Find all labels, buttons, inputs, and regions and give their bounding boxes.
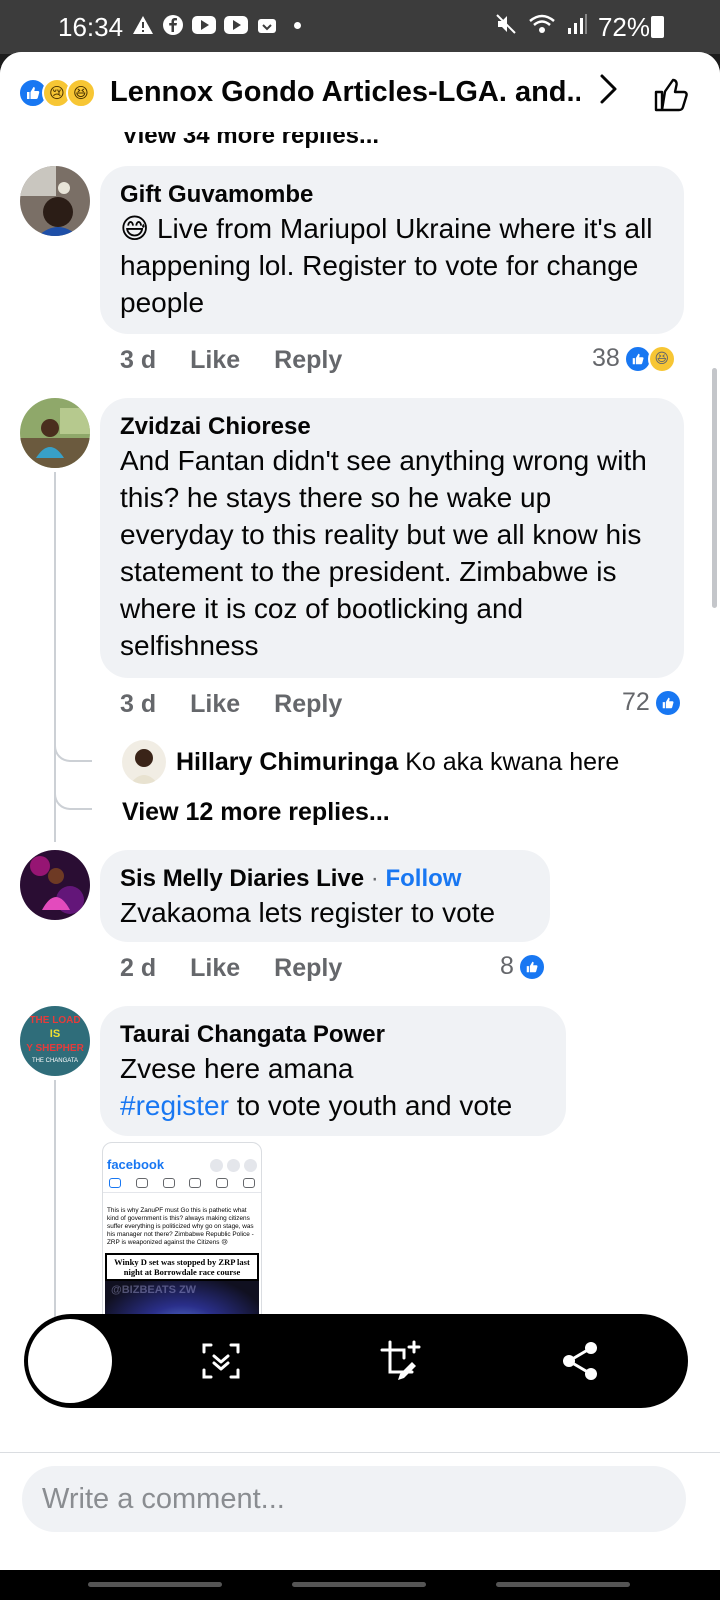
avatar-text-line1: THE LOAD <box>29 1015 80 1026</box>
warning-icon <box>132 14 154 36</box>
attachment-facebook-logo: facebook <box>103 1157 261 1172</box>
comment-actions: 2 d Like Reply <box>120 954 342 983</box>
reply-button[interactable]: Reply <box>274 954 342 983</box>
attachment-top-icons <box>210 1159 257 1172</box>
avatar-text-line4: THE CHANGATA <box>32 1058 78 1064</box>
reply-preview[interactable]: Hillary Chimuringa Ko aka kwana here <box>176 748 619 777</box>
notification-icons <box>132 14 301 36</box>
reaction-count[interactable]: 72 <box>622 688 682 717</box>
reply-author[interactable]: Hillary Chimuringa <box>176 748 398 776</box>
hashtag-link[interactable]: #register <box>120 1090 229 1121</box>
comment-author[interactable]: Taurai Changata Power <box>120 1020 546 1050</box>
comment-time: 3 d <box>120 346 157 374</box>
attachment-status-bar <box>103 1143 261 1157</box>
comment-text: 😅 Live from Mariupol Ukraine where it's … <box>120 213 653 318</box>
comment-actions: 3 d Like Reply <box>120 690 342 719</box>
comment-bubble[interactable]: Taurai Changata Power Zvese here amana #… <box>100 1006 566 1136</box>
reaction-count[interactable]: 38 😆 <box>592 344 676 373</box>
avatar-text-line3: Y SHEPHER <box>26 1043 84 1054</box>
comment-bubble[interactable]: Zvidzai Chiorese And Fantan didn't see a… <box>100 398 684 678</box>
thread-connector <box>54 782 92 810</box>
attachment-post-text: This is why ZanuPF must Go this is pathe… <box>107 1207 254 1246</box>
avatar-taurai-changata[interactable]: THE LOAD IS Y SHEPHER THE CHANGATA <box>20 1006 90 1076</box>
comment-actions: 3 d Like Reply <box>120 346 342 375</box>
comment-author[interactable]: Sis Melly Diaries Live <box>120 865 364 892</box>
share-icon[interactable] <box>556 1336 606 1386</box>
like-button[interactable]: Like <box>190 346 240 375</box>
reaction-summary[interactable]: 😢 😆 <box>18 78 96 108</box>
comment-time: 2 d <box>120 954 157 982</box>
comment-bubble[interactable]: Sis Melly Diaries Live · Follow Zvakaoma… <box>100 850 550 942</box>
nav-back-button[interactable] <box>496 1582 630 1587</box>
comment-text: Zvese here amana #register to vote youth… <box>120 1053 513 1121</box>
wifi-icon <box>528 12 556 43</box>
like-icon <box>517 952 546 981</box>
avatar-sis-melly[interactable] <box>20 850 90 920</box>
signal-icon <box>566 12 588 43</box>
status-time: 16:34 <box>58 12 124 42</box>
mute-icon <box>494 12 518 43</box>
screenshot-toolbar <box>24 1314 688 1408</box>
avatar-gift-guvamombe[interactable] <box>20 166 90 236</box>
haha-icon: 😆 <box>647 344 676 373</box>
like-button[interactable]: Like <box>190 690 240 719</box>
youtube-icon <box>192 16 216 34</box>
comment-author[interactable]: Gift Guvamombe <box>120 180 664 210</box>
divider <box>0 1452 720 1453</box>
comment-text: And Fantan didn't see anything wrong wit… <box>120 445 647 661</box>
post-title[interactable]: Lennox Gondo Articles-LGA. and... <box>110 76 580 109</box>
haha-reaction-icon: 😆 <box>66 78 96 108</box>
facebook-icon <box>162 14 184 36</box>
youtube-icon <box>224 16 248 34</box>
chevron-right-icon[interactable] <box>598 72 620 115</box>
nav-recent-button[interactable] <box>88 1582 222 1587</box>
comment-composer[interactable] <box>22 1466 686 1532</box>
avatar-hillary-chimuringa[interactable] <box>122 740 166 784</box>
comment-bubble[interactable]: Gift Guvamombe 😅 Live from Mariupol Ukra… <box>100 166 684 334</box>
battery-icon <box>651 16 664 38</box>
follow-button[interactable]: Follow <box>385 865 461 892</box>
attachment-watermark: @BIZBEATS ZW <box>111 1284 197 1296</box>
comment-author[interactable]: Zvidzai Chiorese <box>120 412 664 442</box>
dot-icon <box>294 21 301 29</box>
reply-text: Ko aka kwana here <box>405 748 620 776</box>
attachment-caption: Winky D set was stopped by ZRP last nigh… <box>105 1253 259 1281</box>
capture-preview-button[interactable] <box>28 1319 112 1403</box>
scroll-capture-icon[interactable] <box>196 1336 246 1386</box>
attachment-nav <box>103 1172 261 1193</box>
status-bar: 16:34 72% <box>0 0 720 54</box>
crop-edit-icon[interactable] <box>376 1336 426 1386</box>
like-button-icon[interactable] <box>652 76 690 114</box>
reply-button[interactable]: Reply <box>274 346 342 375</box>
avatar-text-line2: IS <box>50 1028 60 1040</box>
avatar-zvidzai-chiorese[interactable] <box>20 398 90 468</box>
like-button[interactable]: Like <box>190 954 240 983</box>
scrollbar-thumb[interactable] <box>712 368 717 608</box>
status-right: 72% <box>494 12 650 43</box>
reaction-count[interactable]: 8 <box>500 952 546 981</box>
thread-connector <box>54 734 92 762</box>
battery-percent: 72% <box>597 12 650 42</box>
inbox-icon <box>256 14 278 36</box>
post-header: 😢 😆 Lennox Gondo Articles-LGA. and... <box>0 52 720 132</box>
comment-author-row: Sis Melly Diaries Live · Follow <box>120 865 462 892</box>
comment-text: Zvakaoma lets register to vote <box>120 897 496 928</box>
reply-button[interactable]: Reply <box>274 690 342 719</box>
like-icon <box>653 688 682 717</box>
comment-input[interactable] <box>22 1466 686 1532</box>
view-more-replies[interactable]: View 12 more replies... <box>122 798 390 827</box>
system-nav-bar <box>0 1570 720 1600</box>
comment-time: 3 d <box>120 690 157 718</box>
nav-home-button[interactable] <box>292 1582 426 1587</box>
emoji-sweat-smile-icon: 😅 <box>120 213 150 244</box>
